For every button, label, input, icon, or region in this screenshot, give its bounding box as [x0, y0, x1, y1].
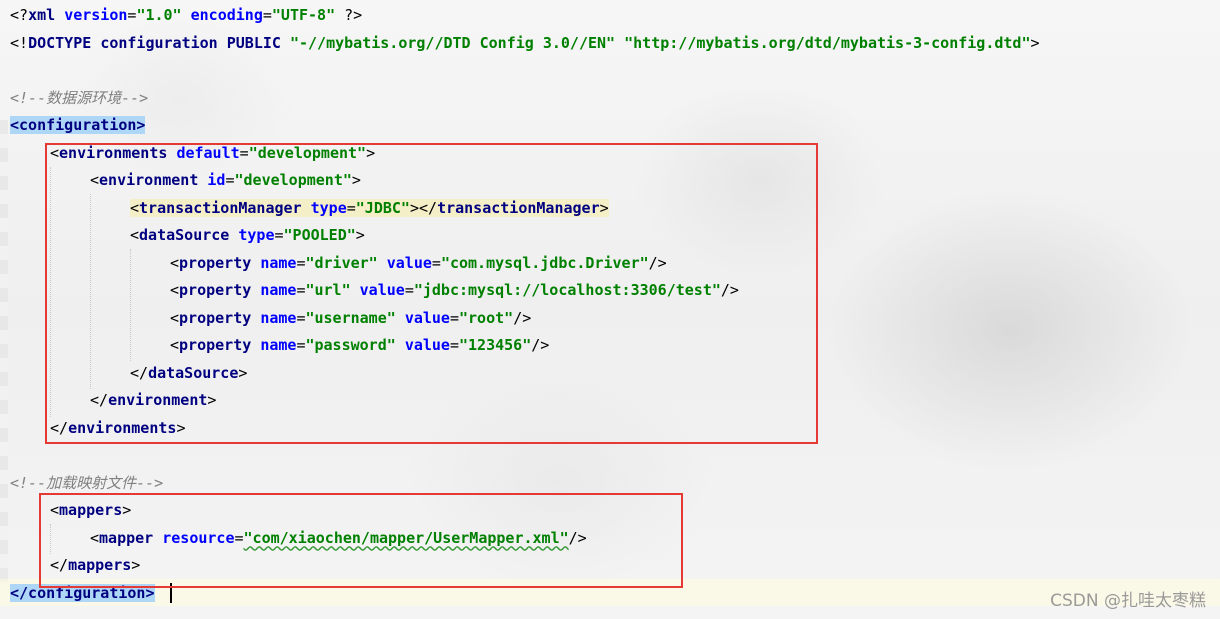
configuration-open-tag: <configuration> — [10, 116, 146, 134]
mappers-highlight-box — [39, 493, 683, 588]
fold-gutter — [0, 120, 8, 590]
prolog-name: xml — [28, 6, 56, 24]
xml-code-editor[interactable]: <?xml version="1.0" encoding="UTF-8" ?> … — [0, 0, 1220, 619]
doctype-open: <! — [10, 33, 29, 52]
environments-highlight-box — [45, 143, 818, 444]
code-line-blank[interactable] — [10, 57, 1040, 85]
code-line-blank[interactable] — [10, 442, 1040, 470]
prolog-open: <? — [10, 6, 29, 24]
code-line-xml-prolog[interactable]: <?xml version="1.0" encoding="UTF-8" ?> — [10, 2, 1040, 30]
attr-value: "1.0" — [136, 6, 182, 24]
prolog-close: ?> — [344, 6, 363, 24]
code-line-doctype[interactable]: <!DOCTYPE configuration PUBLIC "-//mybat… — [10, 30, 1040, 58]
doctype-public-id: "-//mybatis.org//DTD Config 3.0//EN" — [289, 33, 616, 52]
doctype-keyword: DOCTYPE — [28, 33, 92, 52]
code-line-comment[interactable]: <!--数据源环境--> — [10, 85, 1040, 113]
doctype-close: > — [1030, 33, 1040, 52]
attr-name: version — [64, 6, 128, 24]
attr-value: "UTF-8" — [271, 6, 336, 24]
doctype-system-id: "http://mybatis.org/dtd/mybatis-3-config… — [624, 33, 1031, 52]
code-line-configuration-open[interactable]: <configuration> — [10, 112, 1040, 140]
doctype-root: configuration — [100, 33, 218, 52]
csdn-watermark: CSDN @扎哇太枣糕 — [1050, 591, 1206, 611]
attr-name: encoding — [190, 6, 263, 24]
equals: = — [262, 6, 272, 24]
comment-text: <!--数据源环境--> — [10, 88, 149, 107]
doctype-public: PUBLIC — [226, 33, 281, 52]
comment-text: <!--加载映射文件--> — [10, 473, 164, 492]
